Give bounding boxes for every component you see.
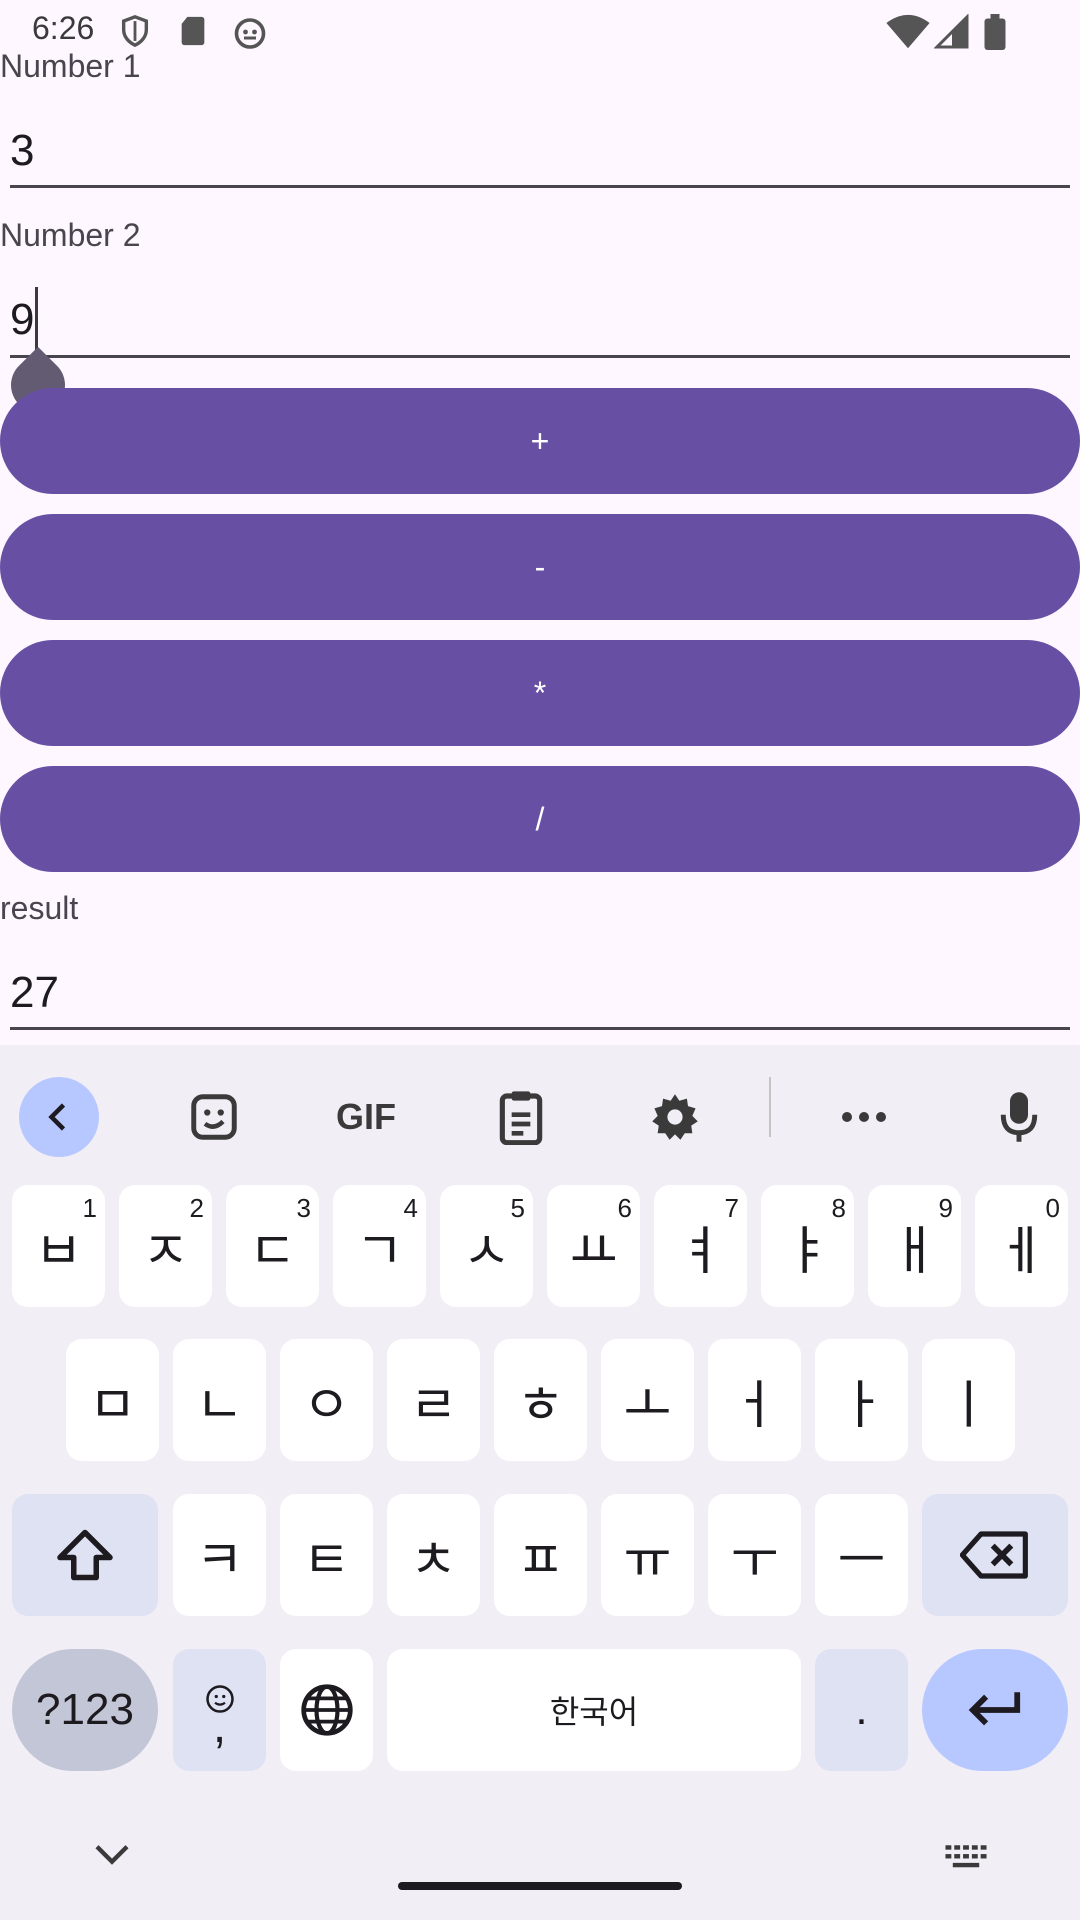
keyboard: GIF ㅂ1 ㅈ2 ㄷ3 ㄱ4 ㅅ5 ㅛ6 ㅕ7 ㅑ8 ㅐ9 ㅔ0 ㅁ ㄴ ㅇ … xyxy=(0,1045,1080,1920)
enter-key[interactable] xyxy=(922,1649,1068,1771)
number1-input[interactable]: 3 xyxy=(10,126,34,176)
key-r3-3[interactable]: ㅊ xyxy=(387,1494,480,1616)
text-cursor xyxy=(35,287,38,351)
number2-input[interactable]: 9 xyxy=(10,295,34,345)
key-r3-7[interactable]: ㅡ xyxy=(815,1494,908,1616)
key-8[interactable]: ㅑ8 xyxy=(761,1185,854,1307)
signal-icon xyxy=(933,13,970,55)
key-r2-8[interactable]: ㅏ xyxy=(815,1339,908,1461)
clipboard-icon[interactable] xyxy=(481,1077,561,1157)
key-r2-5[interactable]: ㅎ xyxy=(494,1339,587,1461)
key-r3-4[interactable]: ㅍ xyxy=(494,1494,587,1616)
settings-icon[interactable] xyxy=(635,1077,715,1157)
key-r2-2[interactable]: ㄴ xyxy=(173,1339,266,1461)
gif-icon[interactable]: GIF xyxy=(326,1077,406,1157)
back-icon[interactable] xyxy=(19,1077,99,1157)
status-time: 6:26 xyxy=(32,10,95,46)
key-r2-7[interactable]: ㅓ xyxy=(708,1339,801,1461)
result-label: result xyxy=(0,890,79,926)
key-r2-6[interactable]: ㅗ xyxy=(601,1339,694,1461)
key-7[interactable]: ㅕ7 xyxy=(654,1185,747,1307)
result-field[interactable]: 27 xyxy=(10,968,59,1018)
sticker-icon[interactable] xyxy=(174,1077,254,1157)
multiply-button[interactable]: * xyxy=(0,640,1080,746)
globe-icon[interactable] xyxy=(280,1649,373,1771)
key-r3-2[interactable]: ㅌ xyxy=(280,1494,373,1616)
key-3[interactable]: ㄷ3 xyxy=(226,1185,319,1307)
more-icon[interactable] xyxy=(824,1077,904,1157)
shift-key[interactable] xyxy=(12,1494,158,1616)
key-5[interactable]: ㅅ5 xyxy=(440,1185,533,1307)
mic-icon[interactable] xyxy=(979,1077,1059,1157)
key-r3-5[interactable]: ㅠ xyxy=(601,1494,694,1616)
wifi-icon xyxy=(886,14,930,55)
key-10[interactable]: ㅔ0 xyxy=(975,1185,1068,1307)
subtract-button[interactable]: - xyxy=(0,514,1080,620)
number1-label: Number 1 xyxy=(0,48,141,84)
key-6[interactable]: ㅛ6 xyxy=(547,1185,640,1307)
backspace-key[interactable] xyxy=(922,1494,1068,1616)
divide-button[interactable]: / xyxy=(0,766,1080,872)
comma-label: , xyxy=(212,1700,227,1753)
debug-icon xyxy=(232,14,268,55)
key-2[interactable]: ㅈ2 xyxy=(119,1185,212,1307)
symbols-key[interactable]: ?123 xyxy=(12,1649,158,1771)
key-r3-1[interactable]: ㅋ xyxy=(173,1494,266,1616)
key-4[interactable]: ㄱ4 xyxy=(333,1185,426,1307)
key-r2-9[interactable]: ㅣ xyxy=(922,1339,1015,1461)
key-1[interactable]: ㅂ1 xyxy=(12,1185,105,1307)
keyboard-switch-icon[interactable] xyxy=(944,1842,988,1877)
comma-key[interactable]: , xyxy=(173,1649,266,1771)
number2-underline xyxy=(10,355,1070,358)
key-r2-4[interactable]: ㄹ xyxy=(387,1339,480,1461)
key-r2-1[interactable]: ㅁ xyxy=(66,1339,159,1461)
key-r3-6[interactable]: ㅜ xyxy=(708,1494,801,1616)
number2-label: Number 2 xyxy=(0,217,141,253)
gesture-nav-bar[interactable] xyxy=(398,1882,682,1890)
toolbar-divider xyxy=(769,1077,771,1137)
battery-icon xyxy=(982,14,1008,55)
number1-underline xyxy=(10,185,1070,188)
result-underline xyxy=(10,1027,1070,1030)
hide-keyboard-icon[interactable] xyxy=(92,1840,132,1875)
key-r2-3[interactable]: ㅇ xyxy=(280,1339,373,1461)
space-key[interactable]: 한국어 xyxy=(387,1649,801,1771)
key-9[interactable]: ㅐ9 xyxy=(868,1185,961,1307)
add-button[interactable]: + xyxy=(0,388,1080,494)
period-key[interactable]: . xyxy=(815,1649,908,1771)
sd-card-icon xyxy=(176,14,210,53)
